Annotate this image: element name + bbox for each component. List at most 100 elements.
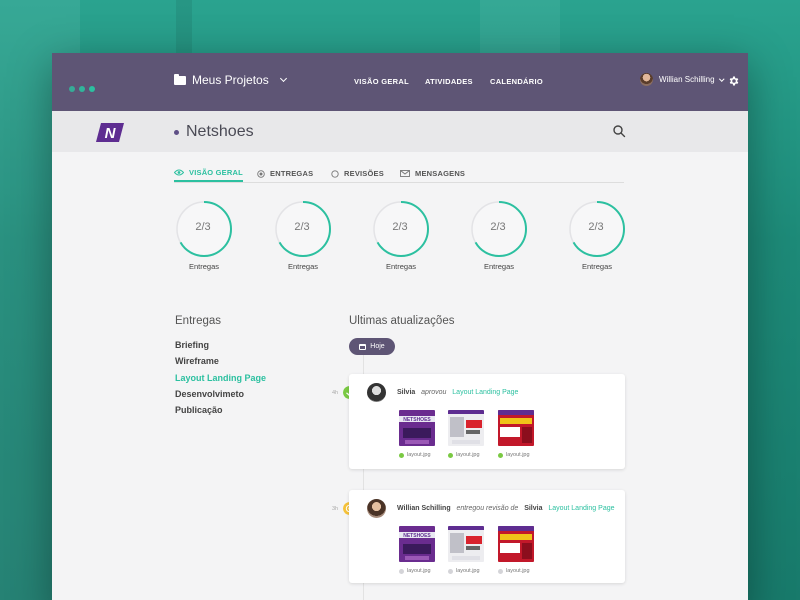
tab-label: VISÃO GERAL [189,168,243,177]
file-item: layout.jpg [498,568,530,574]
deliverable-item[interactable]: Publicação [175,405,223,415]
progress-label: Entregas [581,262,613,271]
progress-label: Entregas [483,262,515,271]
progress-circle: 2/3 Entregas [174,200,234,271]
deliverable-item[interactable]: Layout Landing Page [175,373,266,383]
progress-value: 2/3 [195,221,211,233]
window-dot[interactable] [79,86,85,92]
projects-dropdown[interactable]: Meus Projetos [174,73,287,87]
progress-value: 2/3 [588,221,604,233]
top-bar: Meus Projetos VISÃO GERAL ATIVIDADES CAL… [52,53,748,111]
progress-value: 2/3 [392,221,408,233]
progress-value: 2/3 [294,221,310,233]
file-item: layout.jpg [399,452,431,458]
file-name: layout.jpg [407,568,431,574]
progress-label: Entregas [287,262,319,271]
file-thumbnail[interactable] [448,526,484,562]
update-user: Silvia [397,389,416,396]
target-icon [257,169,265,178]
user-menu[interactable]: Willian Schilling [640,73,724,86]
envelope-icon [400,170,410,177]
progress-label: Entregas [385,262,417,271]
progress-label: Entregas [188,262,220,271]
nav-overview[interactable]: VISÃO GERAL [354,77,409,86]
today-button[interactable]: Hoje [349,338,395,355]
pending-dot [448,568,453,574]
file-name: layout.jpg [407,452,431,458]
approved-dot [399,452,404,458]
file-thumbnail[interactable]: NETSHOES [399,526,435,562]
file-item: layout.jpg [498,452,530,458]
nav-activities[interactable]: ATIVIDADES [425,77,473,86]
chevron-down-icon [718,76,724,81]
progress-circle: 2/3 Entregas [469,200,529,271]
update-user: Willian Schilling [397,505,451,512]
file-item: layout.jpg [448,452,480,458]
tab-revisions[interactable]: REVISÕES [331,165,384,182]
file-thumbnail[interactable]: NETSHOES [399,410,435,446]
user-avatar [640,73,653,86]
file-thumbnail[interactable] [498,526,534,562]
calendar-icon [359,343,367,350]
tab-deliveries[interactable]: ENTREGAS [257,165,313,182]
tab-label: MENSAGENS [415,169,466,178]
file-item: layout.jpg [448,568,480,574]
update-time: 3h [332,506,339,512]
update-link[interactable]: Layout Landing Page [548,505,614,512]
file-thumbnail[interactable] [448,410,484,446]
window-dot[interactable] [89,86,95,92]
search-icon[interactable] [612,124,626,138]
tab-label: REVISÕES [344,169,384,178]
file-thumbnail[interactable] [498,410,534,446]
pending-dot [399,568,404,574]
deliverable-item[interactable]: Briefing [175,340,209,350]
logo-letter: N [105,125,117,142]
update-action: entregou revisão de [456,505,519,512]
pending-dot [498,568,503,574]
tab-overview[interactable]: VISÃO GERAL [174,165,243,182]
project-header [52,111,748,152]
update-target-user: Silvia [524,505,543,512]
netshoes-logo: N [96,123,124,142]
approved-dot [448,452,453,458]
chevron-down-icon [279,74,287,82]
file-name: layout.jpg [456,568,480,574]
updates-title: Ultimas atualizações [349,315,455,327]
file-name: layout.jpg [506,452,530,458]
eye-icon [174,169,184,176]
avatar [367,383,386,402]
deliverable-item[interactable]: Desenvolvimeto [175,389,244,399]
folder-icon [174,73,186,85]
project-name: Netshoes [186,123,254,140]
tab-messages[interactable]: MENSAGENS [400,165,465,182]
today-label: Hoje [370,343,385,350]
update-card[interactable]: Silvia aprovou Layout Landing Page NETSH… [349,374,625,469]
avatar [367,499,386,518]
approved-dot [498,452,503,458]
progress-circle: 2/3 Entregas [273,200,333,271]
svg-text:NETSHOES: NETSHOES [403,533,431,539]
deliverables-title: Entregas [175,315,222,327]
progress-value: 2/3 [490,221,506,233]
progress-circle: 2/3 Entregas [567,200,627,271]
window-dots [69,79,99,97]
update-link[interactable]: Layout Landing Page [452,389,518,396]
app-window: Meus Projetos VISÃO GERAL ATIVIDADES CAL… [52,53,748,600]
tab-label: ENTREGAS [270,169,314,178]
update-text: Silvia aprovou Layout Landing Page [397,389,518,396]
page-title: Netshoes [174,123,254,141]
window-dot[interactable] [69,86,75,92]
tab-bar: VISÃO GERAL ENTREGAS REVISÕES MENSAGENS [174,165,624,183]
svg-text:NETSHOES: NETSHOES [403,417,431,423]
update-text: Willian Schilling entregou revisão de Si… [397,505,615,512]
user-name: Willian Schilling [659,75,715,84]
circle-icon [331,169,339,178]
deliverable-item[interactable]: Wireframe [175,356,219,366]
status-dot [174,129,179,135]
update-card[interactable]: Willian Schilling entregou revisão de Si… [349,490,625,583]
progress-circle: 2/3 Entregas [371,200,431,271]
nav-calendar[interactable]: CALENDÁRIO [490,77,543,86]
gear-icon[interactable] [728,75,740,87]
file-name: layout.jpg [506,568,530,574]
update-time: 4h [332,390,339,396]
